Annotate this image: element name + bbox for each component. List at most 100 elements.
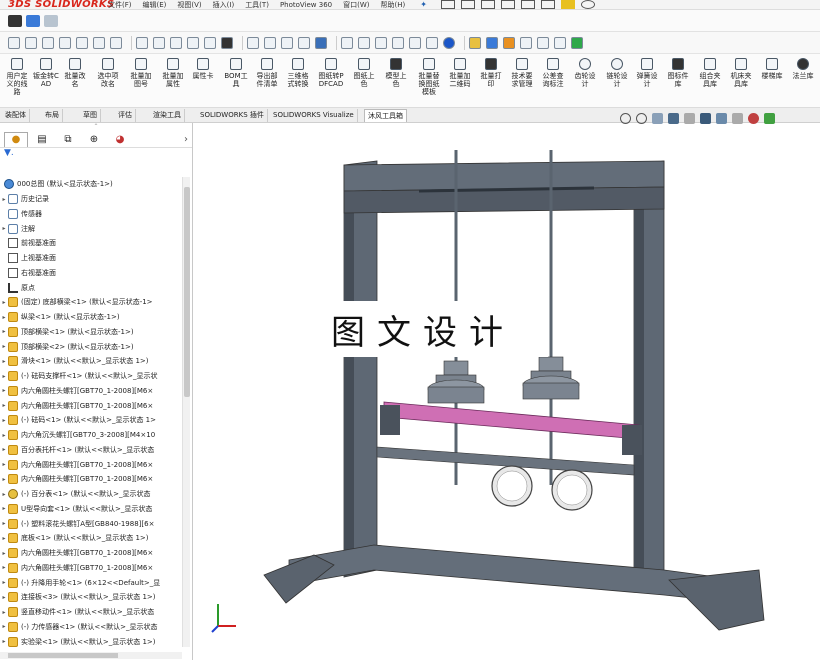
- right-weight-top[interactable]: [538, 356, 564, 372]
- menu-insert[interactable]: 插入(I): [213, 0, 235, 9]
- machine-fixture-library-button[interactable]: 机床夹具库: [728, 58, 754, 88]
- expand-arrow-icon[interactable]: ▸: [0, 402, 8, 409]
- model-viewport[interactable]: [194, 125, 820, 660]
- tree-item[interactable]: ▸ 内六角圆柱头螺钉[GBT70_1-2008][M6×: [0, 457, 182, 472]
- move-component-icon[interactable]: [76, 36, 88, 49]
- expand-arrow-icon[interactable]: ▸: [0, 343, 8, 350]
- tree-item[interactable]: ▸ 顶部横梁<1> (默认<显示状态-1>): [0, 325, 182, 340]
- expand-arrow-icon[interactable]: ▸: [0, 299, 8, 306]
- hide-show-items-icon[interactable]: [732, 112, 743, 124]
- tab-render-tools[interactable]: 渲染工具: [150, 109, 185, 122]
- bom-tool-button[interactable]: BOM工具: [223, 58, 249, 88]
- tree-item[interactable]: 上视基准面: [0, 251, 182, 266]
- property-manager-tab-icon[interactable]: ▤: [30, 132, 54, 147]
- menu-file[interactable]: 文件(F): [108, 0, 132, 9]
- expand-arrow-icon[interactable]: ▸: [0, 225, 8, 232]
- tab-sketch[interactable]: 草图: [80, 109, 101, 122]
- test-beam-support-left[interactable]: [380, 405, 400, 435]
- right-foot[interactable]: [668, 569, 765, 631]
- user-settings-icon[interactable]: [486, 36, 498, 49]
- model-color-button[interactable]: 模型上色: [383, 58, 409, 88]
- tree-item[interactable]: ▸ U型导向套<1> (默认<<默认>_显示状态: [0, 502, 182, 517]
- expand-arrow-icon[interactable]: ▸: [0, 417, 8, 424]
- person-icon[interactable]: [469, 36, 481, 49]
- tree-item[interactable]: ▸ (固定) 底部横梁<1> (默认<显示状态-1>: [0, 295, 182, 310]
- panel-grip[interactable]: ⌃: [0, 123, 192, 131]
- menu-window[interactable]: 窗口(W): [343, 0, 369, 9]
- assembly-xpert-icon[interactable]: [392, 36, 404, 49]
- performance-icon[interactable]: [375, 36, 387, 49]
- flange-library-button[interactable]: 法兰库: [790, 58, 816, 80]
- rename-selected-button[interactable]: 选中项改名: [95, 58, 121, 88]
- tree-vertical-scrollbar[interactable]: [182, 177, 190, 647]
- expand-arrow-icon[interactable]: ▸: [0, 373, 8, 380]
- expand-arrow-icon[interactable]: ▸: [0, 609, 8, 616]
- menu-help[interactable]: 帮助(H): [381, 0, 406, 9]
- apply-scene-icon[interactable]: [764, 112, 775, 124]
- standard-parts-library-button[interactable]: 图标件库: [665, 58, 691, 88]
- tree-item[interactable]: ▸ 纵梁<1> (默认<显示状态-1>): [0, 310, 182, 325]
- mass-properties-icon[interactable]: [315, 36, 327, 49]
- batch-drawing-number-button[interactable]: 批量加图号: [128, 58, 154, 88]
- large-assembly-icon[interactable]: [358, 36, 370, 49]
- tree-item[interactable]: ▸ 顶部横梁<2> (默认<显示状态-1>): [0, 339, 182, 354]
- gear-design-button[interactable]: 齿轮设计: [572, 58, 598, 88]
- hide-show-icon[interactable]: [426, 36, 438, 49]
- hole-alignment-icon[interactable]: [281, 36, 293, 49]
- mate-icon[interactable]: [25, 36, 37, 49]
- expand-arrow-icon[interactable]: ▸: [0, 314, 8, 321]
- tree-item[interactable]: ▸ 内六角圆柱头螺钉[GBT70_1-2008][M6×: [0, 561, 182, 576]
- top-beam[interactable]: [343, 160, 665, 192]
- tree-root[interactable]: 000总图 (默认<显示状态-1>): [0, 177, 182, 192]
- home-icon[interactable]: [440, 0, 455, 9]
- batch-qrcode-button[interactable]: 批量加二维码: [447, 58, 473, 88]
- tree-item[interactable]: 前视基准面: [0, 236, 182, 251]
- sheetmetal-to-cad-button[interactable]: 钣金转CAD: [33, 58, 59, 88]
- instant3d-icon[interactable]: [204, 36, 216, 49]
- expand-arrow-icon[interactable]: ▸: [0, 491, 8, 498]
- tab-mufeng-toolbox[interactable]: 沐风工具箱: [364, 109, 407, 122]
- tolerance-query-button[interactable]: 公差查询标注: [540, 58, 566, 88]
- batch-rename-button[interactable]: 批量改名: [62, 58, 88, 88]
- dimxpert-tab-icon[interactable]: ⊕: [82, 132, 106, 147]
- camera-icon[interactable]: [8, 14, 22, 27]
- library-icon[interactable]: [503, 36, 515, 49]
- tree-item[interactable]: ▸ 内六角圆柱头螺钉[GBT70_1-2008][M6×: [0, 472, 182, 487]
- expand-arrow-icon[interactable]: ▸: [0, 550, 8, 557]
- tree-item[interactable]: ▸ 连接板<3> (默认<<默认>_显示状态 1>): [0, 590, 182, 605]
- tree-item[interactable]: ▸ 内六角圆柱头螺钉[GBT70_1-2008][M6×: [0, 384, 182, 399]
- test-beam[interactable]: [383, 401, 640, 440]
- edit-appearance-icon[interactable]: [748, 112, 759, 124]
- expand-arrow-icon[interactable]: ▸: [0, 594, 8, 601]
- expand-arrow-icon[interactable]: ▸: [0, 446, 8, 453]
- left-weight-top[interactable]: [443, 360, 469, 376]
- user-defined-route-button[interactable]: 用户定义的线路: [4, 58, 30, 96]
- update-icon[interactable]: [221, 36, 233, 49]
- tree-item[interactable]: ▸ 内六角沉头螺钉[GBT70_3-2008][M4×10: [0, 428, 182, 443]
- tree-item[interactable]: ▸ 实验梁<1> (默认<<默认>_显示状态 1>): [0, 634, 182, 649]
- tab-assembly[interactable]: 装配体: [2, 109, 30, 122]
- view-orientation-icon[interactable]: [700, 112, 711, 124]
- expand-arrow-icon[interactable]: ▸: [0, 623, 8, 630]
- expand-arrow-icon[interactable]: ▸: [0, 196, 8, 203]
- tree-item[interactable]: ▸ 注解: [0, 221, 182, 236]
- zoom-fit-icon[interactable]: [620, 112, 631, 124]
- tree-item[interactable]: ▸ (-) 砝码<1> (默认<<默认>_显示状态 1>: [0, 413, 182, 428]
- expand-arrow-icon[interactable]: ▸: [0, 328, 8, 335]
- tree-item[interactable]: ▸ (-) 塑料滚花头螺钉A型[GB840-1988][6×: [0, 516, 182, 531]
- tree-item[interactable]: 右视基准面: [0, 266, 182, 281]
- options-icon[interactable]: [580, 0, 595, 9]
- zoom-area-icon[interactable]: [636, 112, 647, 124]
- appearance-sphere-icon[interactable]: [443, 36, 455, 49]
- new-motion-study-icon[interactable]: [153, 36, 165, 49]
- tree-item[interactable]: ▸ (-) 力传感器<1> (默认<<默认>_显示状态: [0, 620, 182, 635]
- tree-item[interactable]: ▸ 历史记录: [0, 192, 182, 207]
- tree-item[interactable]: ▸ 百分表托杆<1> (默认<<默认>_显示状态: [0, 443, 182, 458]
- left-weight-base[interactable]: [427, 386, 485, 404]
- smart-fasteners-icon[interactable]: [59, 36, 71, 49]
- tree-item[interactable]: ▸ 滑块<1> (默认<<默认>_显示状态 1>): [0, 354, 182, 369]
- configuration-manager-tab-icon[interactable]: ⧉: [56, 132, 80, 147]
- spring-design-button[interactable]: 弹簧设计: [634, 58, 660, 88]
- scrollbar-thumb[interactable]: [8, 653, 118, 658]
- open-icon[interactable]: [480, 0, 495, 9]
